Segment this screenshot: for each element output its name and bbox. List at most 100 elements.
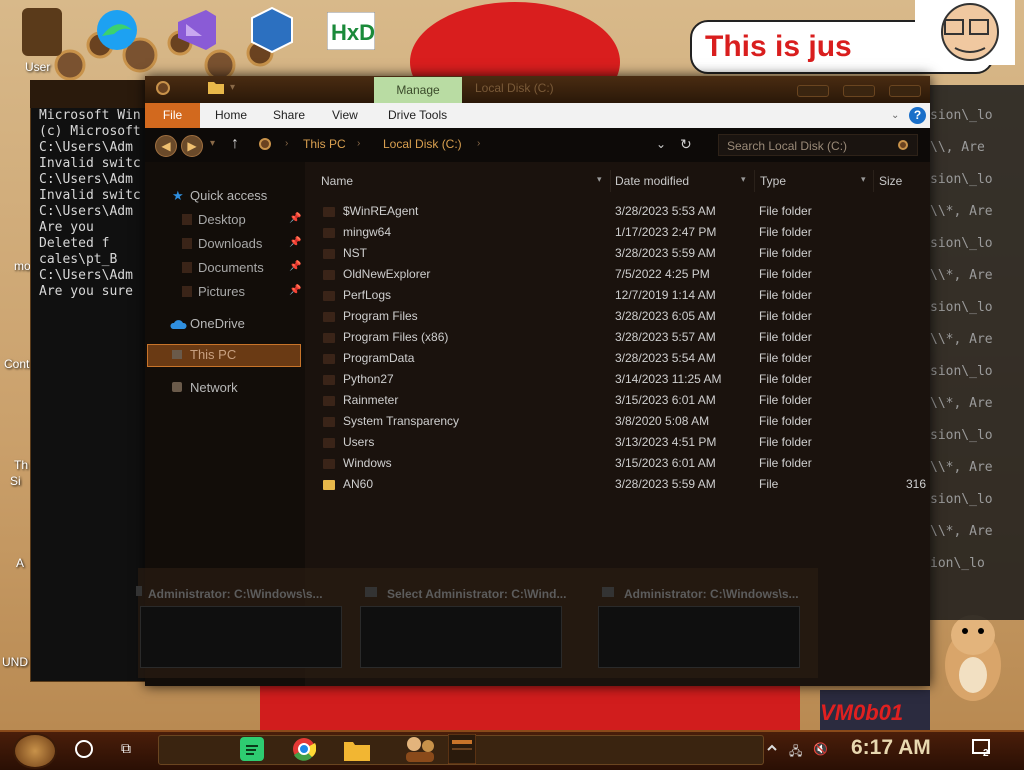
column-chevron-icon[interactable]: ▾ (597, 174, 602, 185)
preview-thumbnail-3[interactable] (598, 606, 800, 668)
cell-name: System Transparency (343, 414, 460, 428)
console-right-line: ion\_lo (930, 556, 985, 571)
up-arrow-icon[interactable]: ↑ (231, 135, 239, 153)
nav-onedrive[interactable]: OneDrive (190, 316, 245, 331)
edge-icon[interactable] (92, 8, 142, 52)
nav-desktop[interactable]: Desktop (198, 212, 246, 227)
close-button[interactable] (889, 85, 921, 97)
cell-date-modified: 3/28/2023 5:54 AM (615, 351, 716, 365)
cell-size: 316 (906, 477, 927, 491)
column-chevron-icon[interactable]: ▾ (741, 174, 746, 185)
cell-date-modified: 3/8/2020 5:08 AM (615, 414, 710, 428)
folder-icon (323, 396, 335, 406)
user-folder-icon[interactable] (22, 8, 62, 56)
chrome-app-icon[interactable] (292, 737, 316, 761)
file-explorer-app-icon[interactable] (344, 739, 370, 761)
cartoon-face-icon (915, 0, 1015, 65)
folder-icon (323, 438, 335, 448)
tab-view[interactable]: View (332, 103, 358, 128)
cell-name: ProgramData (343, 351, 415, 365)
nav-downloads[interactable]: Downloads (198, 236, 262, 251)
preview-title-2[interactable]: Select Administrator: C:\Wind... (387, 587, 566, 601)
nav-pictures[interactable]: Pictures (198, 284, 245, 299)
cell-name: Program Files (x86) (343, 330, 449, 344)
column-header-name[interactable]: Name (321, 174, 353, 188)
people-app-icon[interactable] (400, 734, 440, 764)
task-view-icon[interactable]: ⧉ (121, 740, 139, 756)
desktop-icon-label-und: UND (2, 655, 28, 669)
virtualbox-icon[interactable] (250, 6, 294, 54)
desktop-icon-label-cont: Cont (4, 357, 30, 371)
terminal-app-icon[interactable] (448, 734, 476, 764)
recent-locations-chevron-icon[interactable]: ▾ (210, 138, 215, 149)
cell-type: File folder (759, 246, 812, 260)
tab-file[interactable]: File (145, 103, 200, 128)
taskbar-clock[interactable]: 6:17 AM (851, 736, 931, 760)
gear-icon[interactable] (155, 80, 171, 96)
tab-home[interactable]: Home (215, 103, 247, 128)
forward-button[interactable]: ▶ (181, 135, 203, 157)
quick-access-toolbar-chevron-icon[interactable]: ▾ (230, 82, 235, 93)
ribbon-tab-bar (145, 103, 930, 128)
maximize-button[interactable] (843, 85, 875, 97)
chevron-up-icon[interactable] (767, 742, 777, 754)
help-button[interactable]: ? (909, 107, 926, 124)
cell-name: PerfLogs (343, 288, 392, 302)
network-tray-icon[interactable]: 🖧 (789, 742, 802, 763)
nav-quick-access[interactable]: Quick access (190, 188, 267, 203)
volume-muted-icon[interactable]: 🔇 (813, 742, 828, 756)
column-header-date-modified[interactable]: Date modified (615, 174, 689, 188)
tab-share[interactable]: Share (273, 103, 305, 128)
preview-title-3[interactable]: Administrator: C:\Windows\s... (624, 587, 799, 601)
search-circle-icon[interactable] (75, 740, 93, 758)
search-input[interactable]: Search Local Disk (C:) (718, 134, 918, 156)
nav-network[interactable]: Network (190, 380, 238, 395)
search-gear-icon[interactable] (897, 139, 909, 151)
wallpaper-red-floor (260, 680, 800, 730)
cell-name: AN60 (343, 477, 374, 491)
console-right-line: sion\_lo (930, 364, 993, 379)
column-separator (610, 170, 611, 192)
desktop-icon-label-th: Th (14, 458, 29, 472)
cell-date-modified: 3/28/2023 5:59 AM (615, 246, 716, 260)
preview-title-1[interactable]: Administrator: C:\Windows\s... (148, 587, 323, 601)
hamster-icon (945, 615, 1001, 701)
network-icon (172, 382, 182, 392)
visual-studio-icon[interactable] (172, 8, 220, 52)
desktop-icon-label-a: A (16, 556, 25, 570)
star-icon: ★ (172, 188, 184, 203)
preview-thumbnail-1[interactable] (140, 606, 342, 668)
minimize-button[interactable] (797, 85, 829, 97)
breadcrumb-separator-icon: › (477, 138, 481, 149)
pin-icon: 📌 (289, 261, 302, 272)
breadcrumb-local-disk[interactable]: Local Disk (C:) (383, 137, 462, 151)
start-button[interactable] (13, 733, 57, 769)
hxd-icon[interactable]: HxD (327, 12, 375, 50)
tab-drive-tools[interactable]: Drive Tools (388, 103, 447, 128)
address-dropdown-chevron-icon[interactable]: ⌄ (656, 137, 666, 151)
onedrive-cloud-icon (170, 320, 187, 329)
nav-documents[interactable]: Documents (198, 260, 264, 275)
refresh-icon[interactable]: ↻ (680, 136, 692, 153)
column-header-type[interactable]: Type (760, 174, 786, 188)
cell-type: File (759, 477, 779, 491)
pictures-folder-icon (182, 286, 192, 297)
ribbon-expand-chevron-icon[interactable]: ⌄ (891, 110, 899, 121)
cmd-icon (602, 587, 614, 597)
cell-date-modified: 12/7/2019 1:14 AM (615, 288, 716, 302)
nav-this-pc[interactable]: This PC (190, 347, 236, 362)
console-right-line: sion\_lo (930, 236, 993, 251)
cell-type: File folder (759, 351, 812, 365)
console-right-line: \\*, Are (930, 460, 993, 475)
spotify-app-icon[interactable] (240, 737, 264, 761)
cell-name: Users (343, 435, 375, 449)
tab-manage[interactable]: Manage (374, 77, 462, 103)
column-header-size[interactable]: Size (879, 174, 902, 188)
folder-icon[interactable] (208, 80, 224, 94)
drive-gear-icon (259, 138, 271, 150)
breadcrumb-this-pc[interactable]: This PC (303, 137, 346, 151)
preview-thumbnail-2[interactable] (360, 606, 562, 668)
column-chevron-icon[interactable]: ▾ (861, 174, 866, 185)
cell-name: Rainmeter (343, 393, 399, 407)
back-button[interactable]: ◀ (155, 135, 177, 157)
